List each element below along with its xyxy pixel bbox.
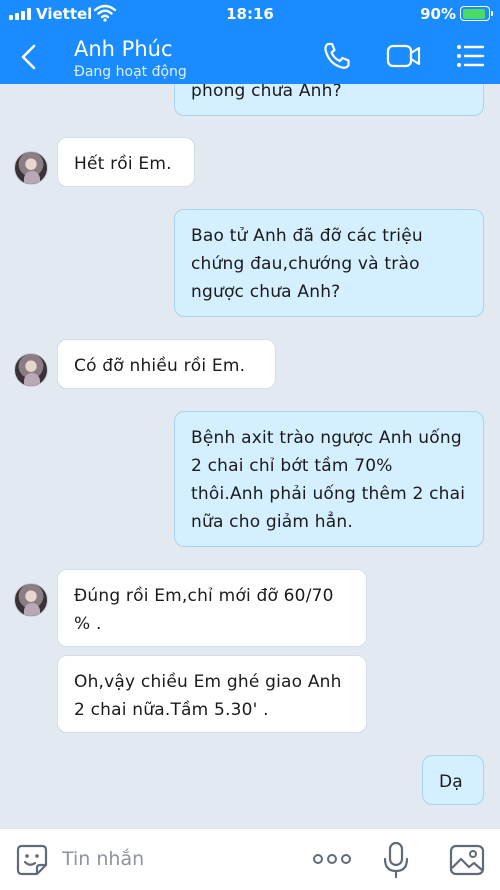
message-text: Có đỡ nhiều rồi Em. [74,356,246,376]
message-text: Bao tử Anh đã đỡ các triệu chứng đau,chư… [191,226,423,302]
message-list[interactable]: phong chưa Anh? Hết rồi Em. Bao tử Anh đ… [0,0,500,828]
status-bar: Viettel 18:16 90% [0,0,500,28]
message-input[interactable] [62,843,292,875]
message-text: Bệnh axit trào ngược Anh uống 2 chai chỉ… [191,428,466,532]
contact-name[interactable]: Anh Phúc [74,37,173,61]
sticker-icon[interactable] [15,843,49,877]
chat-header: Viettel 18:16 90% Anh Phúc Đang hoạt độn… [0,0,500,84]
message-bubble-incoming[interactable]: Hết rồi Em. [57,137,195,187]
battery-icon [460,6,493,21]
message-text: Đúng rồi Em,chỉ mới đỡ 60/70 % . [74,586,334,634]
contact-avatar[interactable] [14,353,48,387]
video-call-icon[interactable] [386,40,422,72]
message-bubble-incoming[interactable]: Có đỡ nhiều rồi Em. [57,339,276,389]
message-text: phong chưa Anh? [191,81,342,101]
back-icon[interactable] [14,40,44,74]
contact-avatar[interactable] [14,151,48,185]
message-bubble-outgoing[interactable]: Bao tử Anh đã đỡ các triệu chứng đau,chư… [174,209,484,317]
message-bubble-outgoing[interactable]: Dạ [422,755,484,805]
battery-percent: 90% [420,5,456,23]
message-text: Oh,vậy chiều Em ghé giao Anh 2 chai nữa.… [74,672,342,720]
message-bubble-incoming[interactable]: Oh,vậy chiều Em ghé giao Anh 2 chai nữa.… [57,655,367,733]
message-text: Dạ [439,772,463,792]
more-dots-icon[interactable] [312,848,352,870]
list-menu-icon[interactable] [455,40,485,72]
composer-bar [0,828,500,890]
message-bubble-outgoing[interactable]: Bệnh axit trào ngược Anh uống 2 chai chỉ… [174,411,484,547]
message-bubble-incoming[interactable]: Đúng rồi Em,chỉ mới đỡ 60/70 % . [57,569,367,647]
microphone-icon[interactable] [383,841,409,879]
image-icon[interactable] [449,843,485,877]
contact-status: Đang hoạt động [74,64,187,80]
message-text: Hết rồi Em. [74,154,172,174]
phone-icon[interactable] [320,40,354,72]
contact-avatar[interactable] [14,583,48,617]
